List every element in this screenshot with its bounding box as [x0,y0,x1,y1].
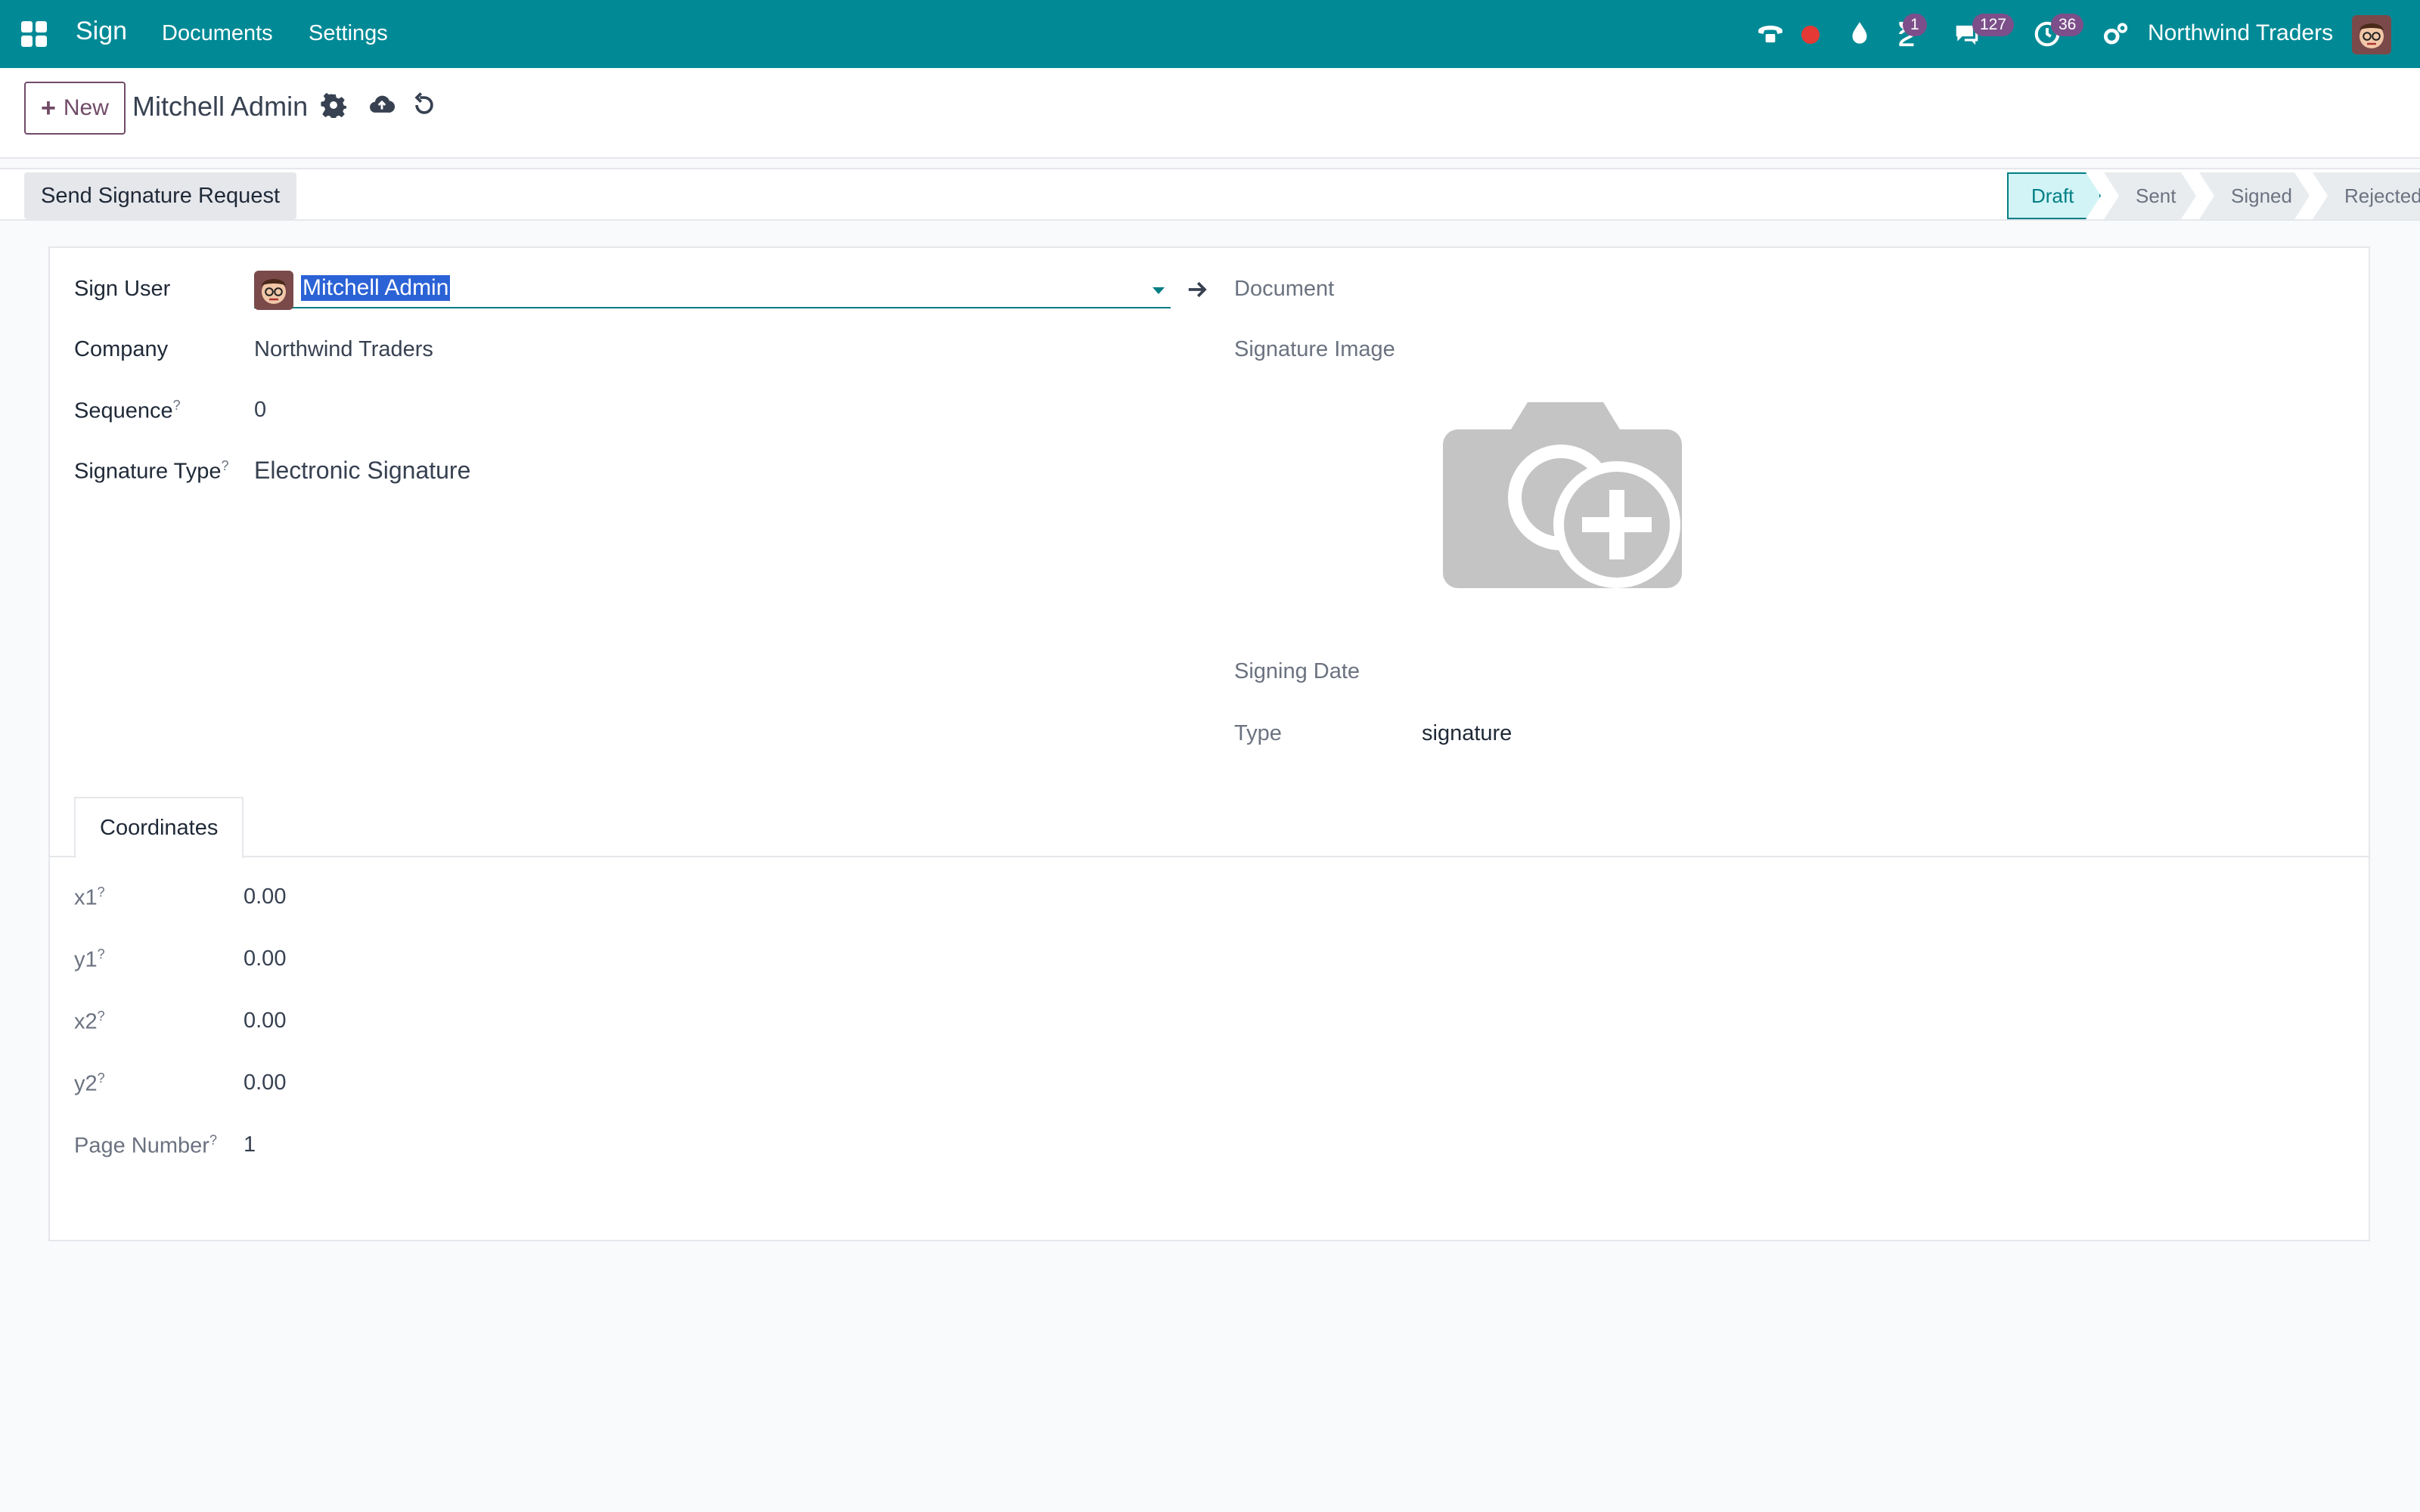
y2-label: y2? [74,1070,105,1096]
phone-icon[interactable] [1756,20,1785,48]
x1-value[interactable]: 0.00 [244,885,286,909]
help-tooltip-icon[interactable]: ? [222,458,229,473]
help-tooltip-icon[interactable]: ? [173,398,181,413]
sequence-value[interactable]: 0 [254,398,266,423]
signature-image-label: Signature Image [1234,337,1395,361]
stage-rejected[interactable]: Rejected [2313,172,2420,219]
user-avatar[interactable] [2352,15,2391,54]
clock-badge: 36 [2051,14,2084,36]
signing-date-label: Signing Date [1234,659,1360,683]
new-button[interactable]: + New [24,82,126,135]
signature-type-value[interactable]: Electronic Signature [254,457,470,485]
send-signature-request-button[interactable]: Send Signature Request [24,172,296,219]
chevron-down-icon[interactable] [1153,287,1165,294]
gear-icon[interactable] [321,92,346,118]
x1-label: x1? [74,885,105,910]
notebook-tabs: Coordinates [50,797,2369,859]
document-label: Document [1234,277,1335,301]
signature-type-label: Signature Type? [74,458,229,484]
sign-user-avatar [254,271,293,310]
type-label: Type [1234,721,1282,745]
internal-link-arrow-icon[interactable] [1184,278,1210,301]
help-tooltip-icon[interactable]: ? [209,1132,217,1148]
apps-menu-icon[interactable] [21,21,47,47]
discard-undo-icon[interactable] [411,92,437,118]
y2-value[interactable]: 0.00 [244,1070,286,1095]
new-button-label: New [63,95,109,120]
app-name[interactable]: Sign [76,17,127,46]
drop-icon[interactable] [1845,20,1874,48]
x2-value[interactable]: 0.00 [244,1009,286,1033]
tab-coordinates[interactable]: Coordinates [74,797,244,859]
help-tooltip-icon[interactable]: ? [98,885,105,900]
help-tooltip-icon[interactable]: ? [98,947,105,962]
menu-settings[interactable]: Settings [309,21,388,46]
record-title: Mitchell Admin [132,91,309,122]
stage-sent[interactable]: Sent [2104,172,2196,219]
activity-badge: 1 [1903,14,1927,36]
stage-pipeline: Draft Sent Signed Rejected [2007,172,2420,219]
help-tooltip-icon[interactable]: ? [98,1009,105,1024]
save-cloud-icon[interactable] [369,92,395,118]
top-navbar: Sign Documents Settings 1 127 36 Northwi… [0,0,2420,68]
company-label: Company [74,337,169,361]
plus-icon: + [41,93,56,122]
help-tooltip-icon[interactable]: ? [98,1070,105,1086]
form-sheet: Sign User Mitchell Admin Company Northwi… [48,246,2370,1241]
page-number-label: Page Number? [74,1132,217,1158]
x2-label: x2? [74,1009,105,1034]
control-panel: + New Mitchell Admin [0,68,2420,159]
type-value[interactable]: signature [1422,721,1512,746]
settings-gears-icon[interactable] [2101,20,2130,48]
company-value[interactable]: Northwind Traders [254,337,433,362]
camera-plus-icon[interactable] [1441,384,1683,603]
company-switcher[interactable]: Northwind Traders [2148,20,2333,46]
menu-documents[interactable]: Documents [162,21,273,46]
record-dot-icon[interactable] [1801,26,1820,44]
sequence-label: Sequence? [74,398,181,423]
y1-value[interactable]: 0.00 [244,947,286,971]
messages-badge: 127 [1972,14,2015,36]
stage-signed[interactable]: Signed [2199,172,2310,219]
y1-label: y1? [74,947,105,972]
stage-draft[interactable]: Draft [2007,172,2101,219]
sign-user-input[interactable]: Mitchell Admin [301,275,451,301]
page-number-value[interactable]: 1 [244,1132,256,1157]
sign-user-field[interactable]: Mitchell Admin [254,271,1171,310]
sign-user-label: Sign User [74,277,171,301]
status-bar: Send Signature Request Draft Sent Signed… [0,168,2420,221]
